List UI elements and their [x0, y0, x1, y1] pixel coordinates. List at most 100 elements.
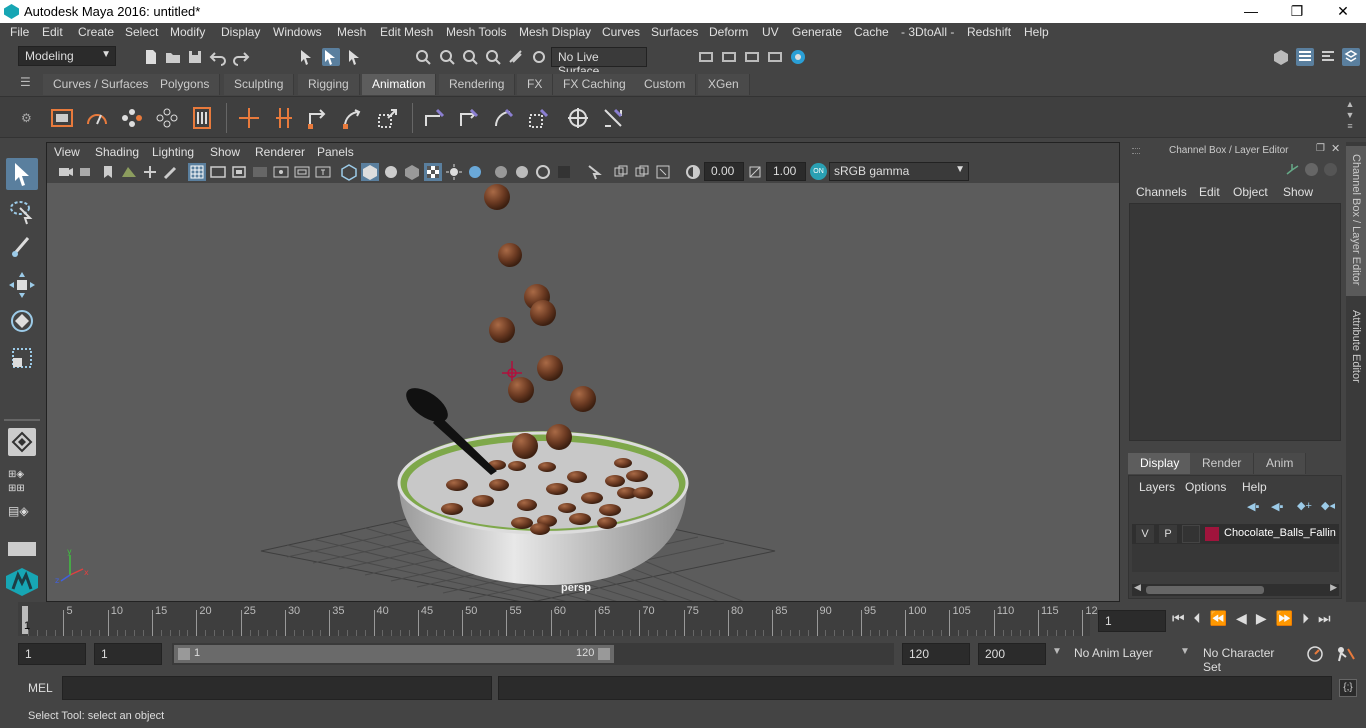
menu-mesh-tools[interactable]: Mesh Tools: [446, 25, 506, 39]
menu-edit[interactable]: Edit: [42, 25, 63, 39]
scale-constraint-icon[interactable]: [376, 106, 400, 130]
scroll-thumb[interactable]: [1146, 586, 1264, 594]
animation-preferences-icon[interactable]: [1334, 645, 1356, 663]
time-ruler[interactable]: 5 10 15 20 25 30 35 40 45 50 55 60 65 70 75 80 85 90 95 100…: [18, 602, 1098, 636]
menu-redshift[interactable]: Redshift: [967, 25, 1011, 39]
maximize-button[interactable]: ❐: [1274, 0, 1320, 23]
resolution-gate-icon[interactable]: [230, 163, 248, 181]
select-hierarchy-icon[interactable]: [298, 48, 316, 66]
isolate-select-icon[interactable]: [555, 163, 573, 181]
playblast-icon[interactable]: [50, 106, 74, 130]
select-component-icon[interactable]: [346, 48, 364, 66]
shelf-settings-icon[interactable]: ⚙: [21, 111, 32, 125]
cb-menu-channels[interactable]: Channels: [1136, 185, 1187, 199]
undo-icon[interactable]: [209, 48, 227, 66]
orient-constraint-icon[interactable]: [341, 106, 365, 130]
depth-of-field-icon[interactable]: [534, 163, 552, 181]
tab-animation[interactable]: Animation: [362, 74, 437, 95]
menu-mesh-display[interactable]: Mesh Display: [519, 25, 591, 39]
playback-start-field[interactable]: 1: [94, 643, 162, 665]
screen-space-ao-icon[interactable]: [466, 163, 484, 181]
motion-blur-icon[interactable]: [492, 163, 510, 181]
motion-trail-icon[interactable]: [155, 106, 179, 130]
aim-constraint-icon[interactable]: [527, 106, 551, 130]
xray-joints-icon[interactable]: [612, 163, 630, 181]
side-tab-channel-box[interactable]: Channel Box / Layer Editor: [1346, 146, 1366, 296]
vp-menu-view[interactable]: View: [54, 145, 80, 159]
layer-menu-help[interactable]: Help: [1242, 480, 1267, 494]
tab-sculpting[interactable]: Sculpting: [224, 74, 295, 95]
render-settings-icon[interactable]: [766, 48, 784, 66]
go-to-start-icon[interactable]: ⏮: [1172, 610, 1194, 626]
tab-fx[interactable]: FX: [517, 74, 554, 95]
save-scene-icon[interactable]: [186, 48, 204, 66]
tool-settings-toggle-icon[interactable]: [1319, 48, 1337, 66]
hyper-icon[interactable]: [1324, 163, 1337, 176]
wireframe-on-shaded-icon[interactable]: [382, 163, 400, 181]
cb-menu-edit[interactable]: Edit: [1199, 185, 1220, 199]
camera-icon[interactable]: [57, 163, 75, 181]
snap-live-icon[interactable]: [507, 48, 525, 66]
play-backwards-icon[interactable]: ◀: [1236, 610, 1256, 626]
bookmark-icon[interactable]: [99, 163, 117, 181]
menu-3dtoall[interactable]: - 3DtoAll -: [901, 25, 954, 39]
step-back-key-icon[interactable]: ⏪: [1210, 610, 1236, 626]
tab-custom[interactable]: Custom: [634, 74, 697, 95]
color-management-icon[interactable]: ON: [810, 163, 827, 180]
vp-menu-panels[interactable]: Panels: [317, 145, 354, 159]
grease-pencil-icon[interactable]: [162, 163, 180, 181]
menu-help[interactable]: Help: [1024, 25, 1049, 39]
scene-start-field[interactable]: 1: [18, 643, 86, 665]
move-layer-up-icon[interactable]: ◀▪: [1247, 500, 1259, 513]
playback-end-field[interactable]: 120: [902, 643, 970, 665]
film-gate-icon[interactable]: [209, 163, 227, 181]
shelf-menu-icon[interactable]: ☰: [20, 75, 31, 89]
shelf-scroll-icon[interactable]: ▲ ▼ ≡: [1343, 99, 1357, 135]
rotate-tool-button[interactable]: [6, 305, 38, 337]
script-editor-icon[interactable]: {;}: [1339, 679, 1357, 697]
xray-icon[interactable]: [586, 163, 604, 181]
time-slider[interactable]: 5 10 15 20 25 30 35 40 45 50 55 60 65 70 75 80 85 90 95 100…: [0, 602, 1366, 640]
chevron-down-icon[interactable]: ▼: [1180, 646, 1190, 657]
tab-rigging[interactable]: Rigging: [298, 74, 360, 95]
step-forward-icon[interactable]: ⏵: [1302, 610, 1318, 626]
textured-icon[interactable]: [403, 163, 421, 181]
vp-menu-renderer[interactable]: Renderer: [255, 145, 305, 159]
new-layer-icon[interactable]: ◆+: [1297, 499, 1312, 512]
point-constraint-icon[interactable]: [492, 106, 516, 130]
layer-visibility-toggle[interactable]: V: [1136, 525, 1154, 543]
step-forward-key-icon[interactable]: ⏩: [1276, 610, 1302, 626]
snap-point-icon[interactable]: [461, 48, 479, 66]
tab-polygons[interactable]: Polygons: [150, 74, 221, 95]
panel-grip-icon[interactable]: [1132, 148, 1140, 154]
scroll-right-icon[interactable]: ▶: [1330, 582, 1337, 593]
tab-xgen[interactable]: XGen: [698, 74, 750, 95]
attribute-editor-toggle-icon[interactable]: [1296, 48, 1314, 66]
hypershade-icon[interactable]: [789, 48, 807, 66]
panel-close-icon[interactable]: ✕: [1331, 142, 1340, 155]
current-frame-field[interactable]: 1: [1098, 610, 1166, 632]
menu-select[interactable]: Select: [125, 25, 158, 39]
joint-tool-icon[interactable]: [237, 106, 261, 130]
render-view-icon[interactable]: [697, 48, 715, 66]
safe-action-icon[interactable]: [293, 163, 311, 181]
parent-constraint-icon[interactable]: [306, 106, 330, 130]
layer-name[interactable]: Chocolate_Balls_Fallin: [1224, 527, 1338, 539]
scroll-left-icon[interactable]: ◀: [1134, 582, 1141, 593]
menu-display[interactable]: Display: [221, 25, 260, 39]
tab-fx-caching[interactable]: FX Caching: [553, 74, 637, 95]
2d-pan-zoom-icon[interactable]: [141, 163, 159, 181]
field-chart-icon[interactable]: [272, 163, 290, 181]
menu-generate[interactable]: Generate: [792, 25, 842, 39]
move-layer-down-icon[interactable]: ◀▪: [1271, 500, 1283, 513]
scale-tool-button[interactable]: [6, 342, 38, 374]
open-scene-icon[interactable]: [164, 48, 182, 66]
anim-layer-field[interactable]: No Anim Layer: [1068, 643, 1172, 665]
menu-set-dropdown[interactable]: Modeling ▼: [18, 46, 116, 66]
play-forwards-icon[interactable]: ▶: [1256, 610, 1276, 626]
set-key-icon[interactable]: [190, 106, 214, 130]
vp-menu-lighting[interactable]: Lighting: [152, 145, 194, 159]
minimize-button[interactable]: —: [1228, 0, 1274, 23]
make-live-icon[interactable]: [530, 48, 548, 66]
ipr-render-icon[interactable]: [743, 48, 761, 66]
